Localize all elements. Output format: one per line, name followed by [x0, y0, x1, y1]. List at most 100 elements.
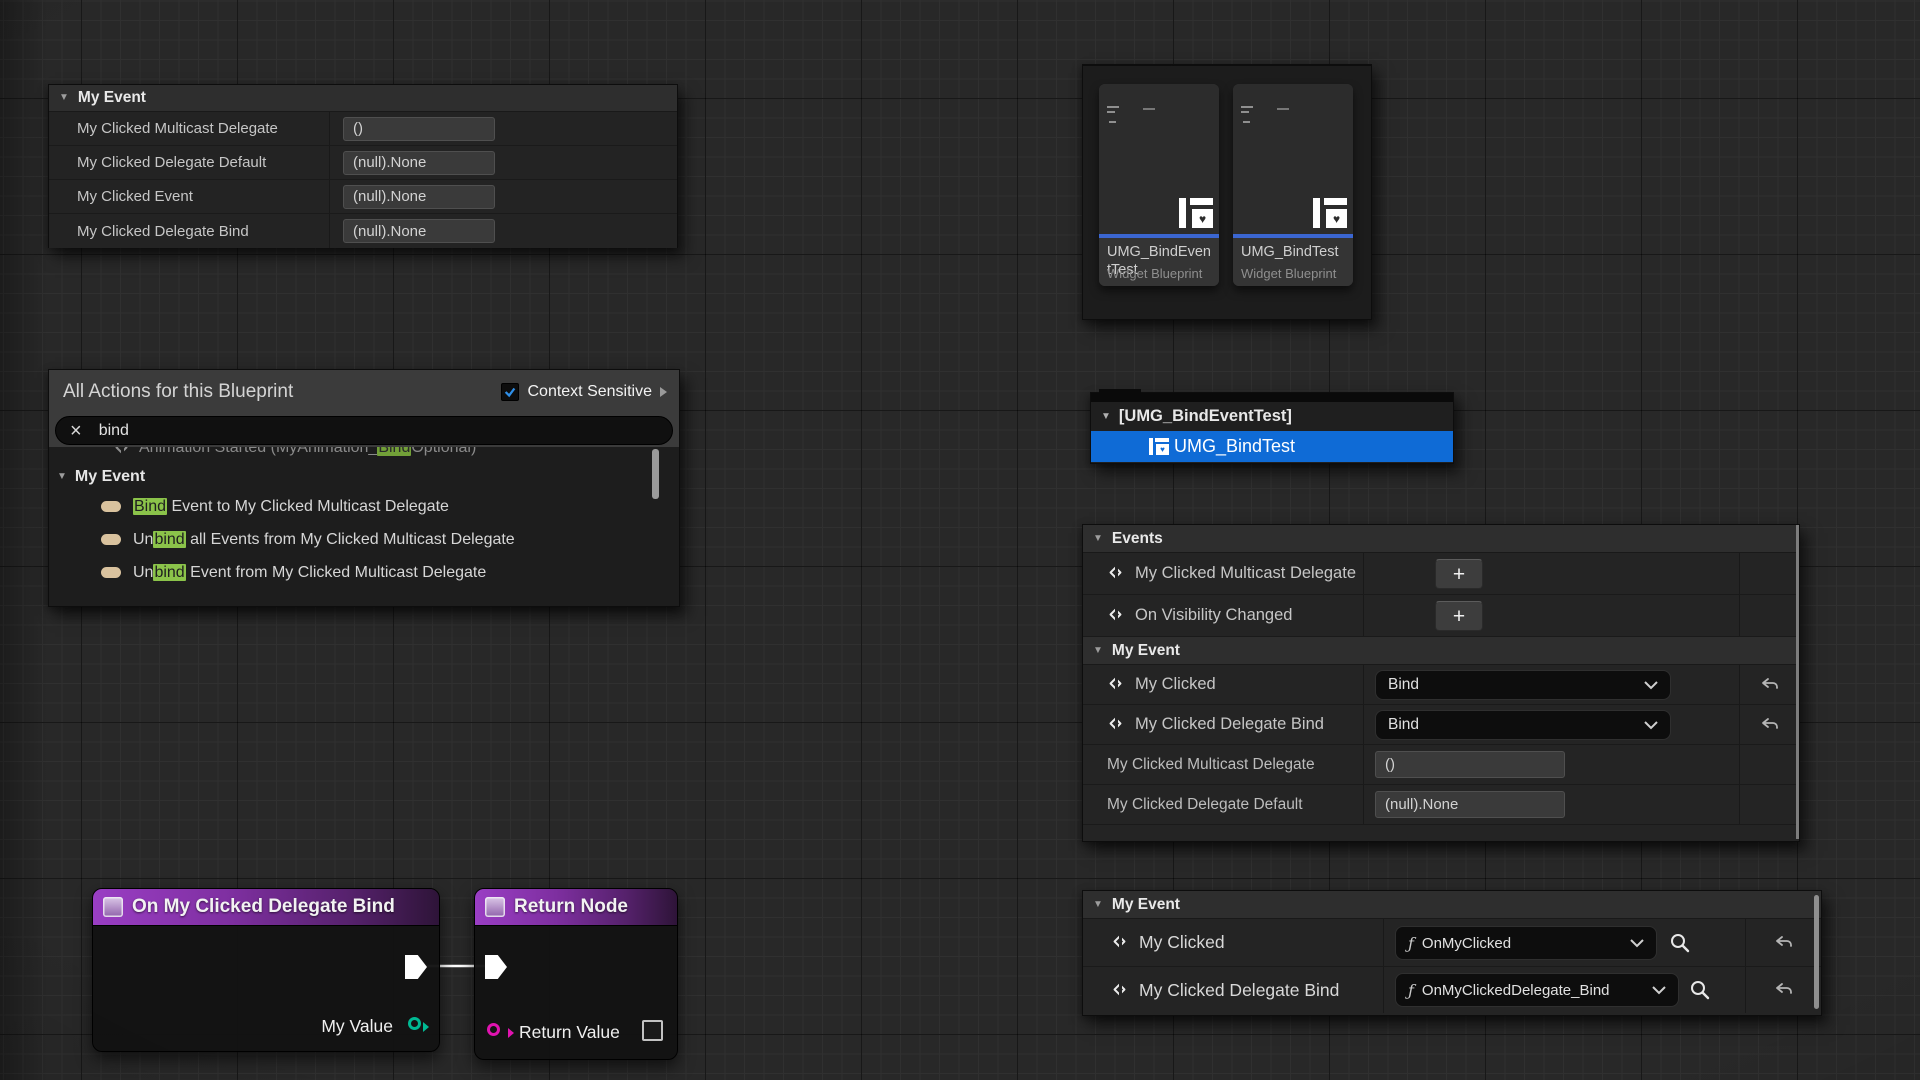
- property-label: My Clicked Event: [49, 188, 193, 205]
- action-item-unbind-event[interactable]: Unbind Event from My Clicked Multicast D…: [49, 556, 679, 589]
- property-value-field[interactable]: (null).None: [343, 151, 495, 175]
- content-browser-panel: ♥ UMG_BindEventTest Widget Blueprint ♥ U…: [1082, 64, 1372, 320]
- hierarchy-top-bar: [1091, 393, 1453, 402]
- clear-search-icon[interactable]: ×: [70, 421, 82, 441]
- section-title: My Event: [1112, 896, 1180, 914]
- reset-to-default-button[interactable]: [1773, 932, 1795, 954]
- actions-search-input[interactable]: [97, 421, 658, 441]
- my-value-pin-arrow: [423, 1022, 429, 1032]
- delegate-label: My Clicked Delegate Bind: [1135, 715, 1324, 734]
- event-delegate-icon: [1107, 676, 1125, 694]
- section-header-my-event[interactable]: ▼ My Event: [1083, 891, 1821, 919]
- all-actions-menu: All Actions for this Blueprint Context S…: [48, 369, 680, 607]
- asset-thumbnail: ♥: [1233, 84, 1353, 234]
- property-row: My Clicked Event (null).None: [49, 180, 677, 214]
- binding-function-dropdown[interactable]: ƒ OnMyClicked: [1395, 926, 1657, 960]
- check-icon: [503, 385, 517, 399]
- event-delegate-icon: [1107, 565, 1125, 583]
- function-pill-icon: [101, 501, 121, 512]
- goto-binding-button[interactable]: [1667, 930, 1693, 956]
- property-value-field[interactable]: (null).None: [343, 185, 495, 209]
- property-row: My Clicked Delegate Bind (null).None: [49, 214, 677, 248]
- node-header[interactable]: On My Clicked Delegate Bind: [93, 889, 439, 926]
- collapse-triangle-icon: ▼: [1093, 534, 1103, 544]
- section-title: My Event: [78, 89, 146, 107]
- add-event-button[interactable]: +: [1435, 559, 1483, 589]
- event-bindings-panel: ▼ My Event My Clicked ƒ OnMyClicked My C…: [1082, 890, 1822, 1016]
- widget-blueprint-icon: ♥: [1149, 438, 1169, 455]
- section-title: My Event: [1112, 642, 1180, 660]
- node-title: Return Node: [514, 896, 628, 918]
- function-pill-icon: [101, 534, 121, 545]
- goto-binding-button[interactable]: [1687, 977, 1713, 1003]
- bind-mode-dropdown[interactable]: Bind: [1375, 670, 1671, 700]
- binding-function-dropdown[interactable]: ƒ OnMyClickedDelegate_Bind: [1395, 973, 1679, 1007]
- property-label: My Clicked Delegate Default: [49, 154, 266, 171]
- bindings-scrollbar-thumb[interactable]: [1814, 895, 1819, 1009]
- context-sensitive-label: Context Sensitive: [527, 383, 652, 401]
- node-header[interactable]: Return Node: [475, 889, 677, 926]
- reset-arrow-icon: [1774, 934, 1794, 952]
- property-value-field[interactable]: (null).None: [1375, 791, 1565, 818]
- section-title: Events: [1112, 530, 1163, 548]
- bind-mode-dropdown[interactable]: Bind: [1375, 710, 1671, 740]
- property-row: My Clicked Delegate Default (null).None: [1083, 785, 1799, 825]
- property-row: My Clicked Delegate Default (null).None: [49, 146, 677, 180]
- reset-to-default-button[interactable]: [1759, 674, 1781, 696]
- tree-row-root[interactable]: ▼ [UMG_BindEventTest]: [1091, 402, 1453, 431]
- search-icon: [1689, 979, 1711, 1001]
- action-item-unbind-all[interactable]: Unbind all Events from My Clicked Multic…: [49, 523, 679, 556]
- event-delegate-icon: [1111, 934, 1129, 952]
- action-item-clipped[interactable]: Animation Started (MyAnimation_BindOptio…: [49, 447, 679, 464]
- section-header-my-event[interactable]: ▼ My Event: [1083, 637, 1799, 665]
- my-value-pin[interactable]: [408, 1017, 421, 1030]
- section-header-events[interactable]: ▼ Events: [1083, 525, 1799, 553]
- actions-title: All Actions for this Blueprint: [63, 381, 293, 403]
- action-category-my-event[interactable]: ▼ My Event: [49, 464, 679, 490]
- function-glyph-icon: ƒ: [1408, 981, 1414, 1000]
- details-scrollbar-thumb[interactable]: [1796, 525, 1799, 839]
- tree-row-selected[interactable]: ♥ UMG_BindTest: [1091, 431, 1453, 462]
- node-return-node[interactable]: Return Node Return Value: [474, 888, 678, 1060]
- actions-scrollbar-thumb[interactable]: [652, 449, 659, 499]
- actions-search-bar: ×: [49, 414, 679, 447]
- search-icon: [1669, 932, 1691, 954]
- delegate-details-panel: ▼ My Event My Clicked Multicast Delegate…: [48, 84, 678, 248]
- section-header-my-event[interactable]: ▼ My Event: [49, 85, 677, 112]
- collapse-triangle-icon: ▼: [1093, 646, 1103, 656]
- output-pin-label: My Value: [321, 1016, 393, 1037]
- node-on-my-clicked-delegate-bind[interactable]: On My Clicked Delegate Bind My Value: [92, 888, 440, 1052]
- chevron-right-icon[interactable]: [660, 387, 667, 397]
- collapse-triangle-icon: ▼: [59, 93, 69, 103]
- delegate-bind-row: My Clicked Bind: [1083, 665, 1799, 705]
- action-item-bind-event[interactable]: Bind Event to My Clicked Multicast Deleg…: [49, 490, 679, 523]
- tree-root-label: [UMG_BindEventTest]: [1119, 407, 1292, 426]
- reset-to-default-button[interactable]: [1759, 714, 1781, 736]
- widget-blueprint-icon: ♥: [1313, 198, 1347, 228]
- return-value-checkbox[interactable]: [642, 1020, 663, 1041]
- event-node-icon: [103, 897, 123, 917]
- node-title: On My Clicked Delegate Bind: [132, 896, 395, 918]
- asset-name: UMG_BindTest: [1241, 243, 1345, 261]
- property-value-field[interactable]: (): [1375, 751, 1565, 778]
- property-row: My Clicked Multicast Delegate (): [1083, 745, 1799, 785]
- blueprint-graph-canvas[interactable]: On My Clicked Delegate Bind My Value Ret…: [0, 0, 1920, 1080]
- exec-output-pin[interactable]: [405, 955, 427, 979]
- add-event-button[interactable]: +: [1435, 601, 1483, 631]
- exec-input-pin[interactable]: [485, 955, 507, 979]
- property-row: My Clicked Multicast Delegate (): [49, 112, 677, 146]
- widget-blueprint-icon: ♥: [1179, 198, 1213, 228]
- binding-label: My Clicked Delegate Bind: [1139, 980, 1339, 1001]
- context-sensitive-checkbox[interactable]: [501, 383, 519, 401]
- binding-row: My Clicked ƒ OnMyClicked: [1083, 919, 1821, 967]
- property-value-field[interactable]: (null).None: [343, 219, 495, 243]
- return-value-pin[interactable]: [487, 1023, 500, 1036]
- event-row: On Visibility Changed +: [1083, 595, 1799, 637]
- asset-tile-umg-bindeventtest[interactable]: ♥ UMG_BindEventTest Widget Blueprint: [1099, 84, 1219, 286]
- property-value-field[interactable]: (): [343, 117, 495, 141]
- asset-tile-umg-bindtest[interactable]: ♥ UMG_BindTest Widget Blueprint: [1233, 84, 1353, 286]
- property-label: My Clicked Multicast Delegate: [49, 120, 278, 137]
- collapse-triangle-icon: ▼: [1093, 900, 1103, 910]
- reset-to-default-button[interactable]: [1773, 979, 1795, 1001]
- panel-tab-notch: [1083, 64, 1175, 71]
